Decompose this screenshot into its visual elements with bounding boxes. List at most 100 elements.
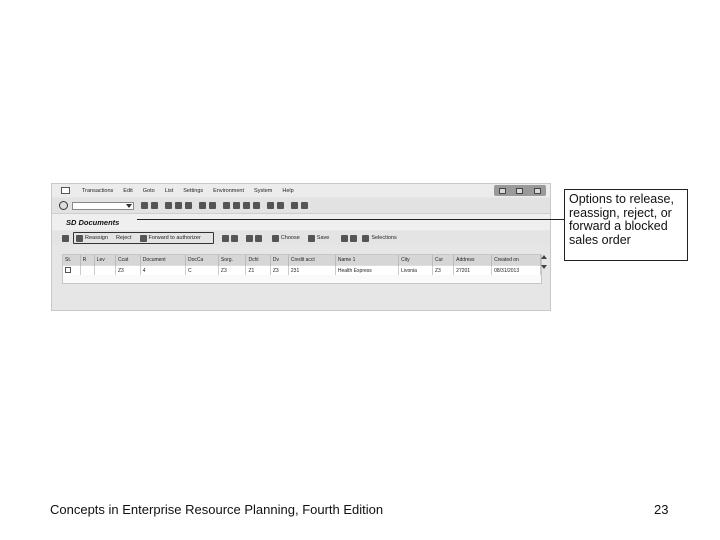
enter-icon[interactable] [59, 201, 68, 210]
application-toolbar: Reassign Reject Forward to authorizer Ch… [52, 231, 550, 245]
find-icon[interactable] [199, 202, 206, 209]
column-header[interactable]: Cur [432, 255, 455, 266]
choose-icon [271, 234, 279, 242]
table-cell: 08/31/2013 [491, 265, 541, 275]
column-header[interactable]: R [80, 255, 95, 266]
scroll-down-icon[interactable] [541, 265, 547, 269]
detail-icon[interactable] [221, 234, 229, 242]
menu-transactions[interactable]: Transactions [82, 188, 113, 194]
column-header[interactable]: Dchl [245, 255, 271, 266]
list-icon[interactable] [230, 234, 238, 242]
filter-icon[interactable] [341, 234, 349, 242]
table-cell: Health Express [335, 265, 400, 275]
column-header[interactable]: St. [63, 255, 81, 266]
callout-box: Options to release, reassign, reject, or… [564, 189, 688, 261]
menu-environment[interactable]: Environment [213, 188, 244, 194]
window-controls [494, 185, 546, 196]
back-icon[interactable] [141, 202, 148, 209]
find-next-icon[interactable] [209, 202, 216, 209]
table-cell: Z1 [245, 265, 271, 275]
reassign-label: Reassign [85, 235, 108, 241]
menu-list[interactable]: List [165, 188, 174, 194]
choose-label: Choose [280, 235, 300, 241]
documents-table: St. R Lev Ccat Document DocCa Sorg. Dchl Dv Credi… [62, 254, 542, 284]
menu-bar: Transactions Edit Goto List Settings Env… [52, 184, 550, 197]
forward-label: Forward to authorizer [148, 235, 201, 241]
sort-desc-icon[interactable] [254, 234, 262, 242]
scroll-up-icon[interactable] [541, 255, 547, 259]
standard-toolbar [52, 198, 550, 214]
reject-button[interactable]: Reject [116, 235, 132, 241]
save-icon[interactable] [151, 202, 158, 209]
table-cell: Z3 [218, 265, 247, 275]
row-select-checkbox[interactable] [65, 266, 71, 273]
column-header[interactable]: Credit acct [288, 255, 336, 266]
table-header-row: St. R Lev Ccat Document DocCa Sorg. Dchl Dv Credi… [63, 255, 541, 266]
menu-settings[interactable]: Settings [183, 188, 203, 194]
table-cell [80, 265, 95, 275]
sort-icon[interactable] [245, 234, 253, 242]
table-cell: 27201 [453, 265, 493, 275]
callout-pointer-line [137, 219, 564, 220]
title-bar: SD Documents [52, 214, 550, 230]
column-header[interactable]: Created on [491, 255, 541, 266]
total-icon[interactable] [350, 234, 358, 242]
menu-system-icon[interactable] [61, 187, 70, 194]
column-header[interactable]: Dv [270, 255, 289, 266]
selections-icon [362, 234, 370, 242]
print-icon[interactable] [185, 202, 192, 209]
save-button[interactable]: Save [307, 234, 330, 242]
documents-grid: St. R Lev Ccat Document DocCa Sorg. Dchl Dv Credi… [63, 255, 541, 275]
menu-help[interactable]: Help [282, 188, 293, 194]
chevron-down-icon[interactable] [126, 203, 132, 208]
help-icon[interactable] [291, 202, 298, 209]
column-header[interactable]: DocCa [185, 255, 219, 266]
table-row[interactable]: Z3 4 C Z3 Z1 Z3 231 Health Express Livonia Z3 2720… [63, 265, 541, 275]
exit-icon[interactable] [165, 202, 172, 209]
selections-button[interactable]: Selections [362, 234, 397, 242]
footer-title: Concepts in Enterprise Resource Planning… [50, 502, 384, 517]
selections-label: Selections [371, 235, 397, 241]
column-header[interactable]: Sorg. [218, 255, 247, 266]
minimize-icon[interactable] [499, 187, 507, 194]
menu-system[interactable]: System [254, 188, 272, 194]
forward-button[interactable]: Forward to authorizer [139, 234, 201, 242]
previous-page-icon[interactable] [233, 202, 240, 209]
table-cell: Z3 [270, 265, 289, 275]
action-button-group: Reassign Reject Forward to authorizer [73, 232, 214, 244]
layout-icon[interactable] [301, 202, 308, 209]
save-list-icon [307, 234, 315, 242]
column-header[interactable]: City [398, 255, 433, 266]
first-page-icon[interactable] [223, 202, 230, 209]
sap-window: Transactions Edit Goto List Settings Env… [51, 183, 551, 311]
column-header[interactable]: Address [453, 255, 493, 266]
close-icon[interactable] [533, 187, 541, 194]
column-header[interactable]: Name 1 [335, 255, 400, 266]
table-cell: 231 [288, 265, 336, 275]
column-header[interactable]: Ccat [115, 255, 141, 266]
command-field[interactable] [72, 201, 134, 210]
table-cell: Z3 [115, 265, 141, 275]
table-cell [94, 265, 116, 275]
save-label: Save [316, 235, 330, 241]
table-cell [63, 265, 81, 275]
new-session-icon[interactable] [267, 202, 274, 209]
reassign-icon [76, 234, 83, 242]
choose-button[interactable]: Choose [271, 234, 300, 242]
last-page-icon[interactable] [253, 202, 260, 209]
reassign-button[interactable]: Reassign [76, 234, 108, 242]
vertical-scrollbar[interactable] [541, 254, 547, 272]
table-cell: Livonia [398, 265, 433, 275]
page-title: SD Documents [66, 218, 120, 227]
column-header[interactable]: Lev [94, 255, 116, 266]
cancel-icon[interactable] [175, 202, 182, 209]
release-icon[interactable] [62, 234, 69, 242]
maximize-icon[interactable] [516, 187, 524, 194]
menu-goto[interactable]: Goto [143, 188, 155, 194]
column-header[interactable]: Document [140, 255, 186, 266]
forward-icon [139, 234, 147, 242]
reject-label: Reject [115, 235, 132, 241]
shortcut-icon[interactable] [277, 202, 284, 209]
next-page-icon[interactable] [243, 202, 250, 209]
menu-edit[interactable]: Edit [123, 188, 132, 194]
